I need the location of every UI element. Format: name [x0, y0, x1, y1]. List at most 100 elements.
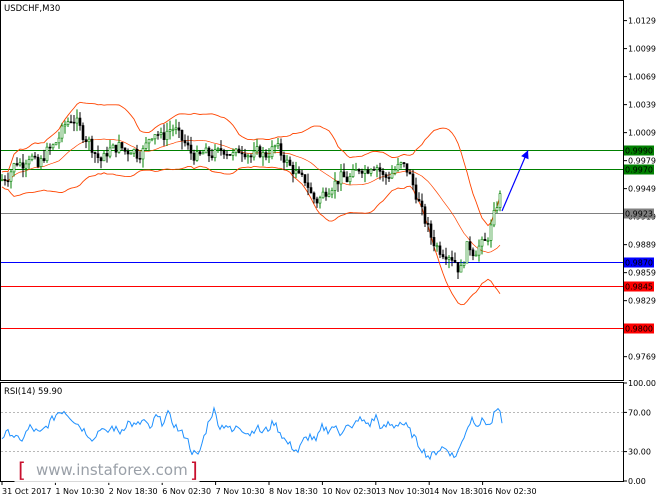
x-tick-label: 7 Nov 10:30: [216, 487, 265, 496]
instaforex-watermark: [ www.instaforex.com ]: [14, 455, 200, 483]
candle-body: [357, 169, 361, 172]
candle-body: [129, 152, 133, 155]
candle-body: [39, 158, 43, 167]
candle-body: [315, 198, 319, 204]
x-tick-label: 14 Nov 18:30: [429, 487, 483, 496]
candle-body: [369, 169, 373, 174]
y-tick-label: 0.9829: [628, 297, 656, 306]
candle-body: [75, 117, 79, 124]
candle-body: [216, 148, 220, 150]
candle-body: [255, 146, 259, 152]
rsi-tick-label: 70.00: [628, 408, 651, 417]
x-tick-label: 16 Nov 02:30: [483, 487, 537, 496]
candle-body: [123, 147, 127, 152]
candle-body: [48, 146, 52, 149]
candle-body: [474, 254, 478, 257]
candle-body: [9, 171, 13, 182]
candle-body: [312, 192, 316, 200]
x-tick-label: 8 Nov 18:30: [269, 487, 318, 496]
candle-body: [495, 207, 499, 211]
candle-body: [450, 257, 454, 261]
candle-body: [198, 151, 202, 155]
candle-body: [111, 144, 115, 149]
candle-body: [201, 152, 205, 155]
candle-body: [258, 146, 262, 158]
candle-body: [498, 193, 502, 208]
candle-body: [459, 265, 463, 273]
candle-body: [291, 165, 295, 175]
candle-body: [480, 238, 484, 247]
watermark-bracket-right: ]: [190, 458, 198, 482]
candle-body: [486, 240, 490, 242]
candle-body: [159, 132, 163, 135]
candle-body: [471, 249, 475, 257]
candle-body: [81, 125, 85, 140]
candle-body: [27, 159, 31, 165]
candle-body: [444, 256, 448, 260]
candle-body: [417, 199, 421, 202]
candle-body: [333, 180, 337, 191]
candle-body: [249, 155, 253, 158]
y-tick-label: 1.0039: [628, 101, 656, 110]
candle-body: [420, 200, 424, 208]
candle-body: [360, 170, 364, 174]
candle-body: [222, 150, 226, 155]
candle-body: [348, 176, 352, 183]
candle-body: [462, 262, 466, 266]
candle-body: [78, 117, 82, 126]
candle-body: [267, 156, 271, 158]
candle-body: [162, 132, 166, 140]
candle-body: [453, 260, 457, 263]
candle-body: [36, 156, 40, 167]
candle-body: [324, 191, 328, 197]
level-label-support-2: 0.9800: [625, 325, 653, 334]
candle-body: [252, 150, 256, 158]
candle-body: [165, 130, 169, 140]
candle-body: [141, 148, 145, 160]
candle-body: [309, 187, 313, 194]
y-tick-label: 1.0069: [628, 73, 656, 82]
candle-body: [384, 174, 388, 178]
candle-body: [438, 245, 442, 255]
candle-body: [213, 149, 217, 159]
candle-body: [435, 245, 439, 248]
candle-body: [393, 169, 397, 174]
candle-body: [12, 163, 16, 173]
rsi-tick-label: 30.00: [628, 448, 651, 457]
candle-body: [339, 171, 343, 185]
y-tick-label: 0.9859: [628, 269, 656, 278]
candle-body: [492, 210, 496, 226]
rsi-tick-label: 100.00: [628, 379, 656, 388]
candle-body: [18, 162, 22, 166]
rsi-tick-label: 0.00: [628, 477, 646, 486]
candle-body: [69, 121, 73, 123]
candle-body: [15, 163, 19, 166]
candle-body: [414, 184, 418, 200]
candle-body: [6, 180, 10, 183]
candle-body: [96, 153, 100, 158]
candle-body: [345, 176, 349, 183]
candle-body: [276, 143, 280, 147]
price-chart: 1.01291.00991.00691.00391.00090.99790.99…: [0, 0, 656, 496]
candle-body: [90, 138, 94, 153]
level-label-current: 0.9923: [625, 210, 653, 219]
x-tick-label: 13 Nov 10:30: [376, 487, 430, 496]
candle-body: [54, 142, 58, 146]
candle-body: [144, 142, 148, 149]
candle-body: [243, 153, 247, 158]
candle-body: [195, 151, 199, 161]
candle-body: [228, 154, 232, 156]
candle-body: [189, 144, 193, 154]
candle-body: [489, 224, 493, 241]
y-tick-label: 0.9889: [628, 241, 656, 250]
candle-body: [84, 139, 88, 143]
y-tick-label: 1.0129: [628, 17, 656, 26]
candle-body: [387, 177, 391, 179]
candle-body: [375, 167, 379, 170]
candle-body: [168, 129, 172, 132]
candle-body: [93, 152, 97, 154]
candle-body: [219, 148, 223, 151]
candle-body: [432, 237, 436, 247]
candle-body: [63, 124, 67, 127]
candle-body: [45, 146, 49, 161]
